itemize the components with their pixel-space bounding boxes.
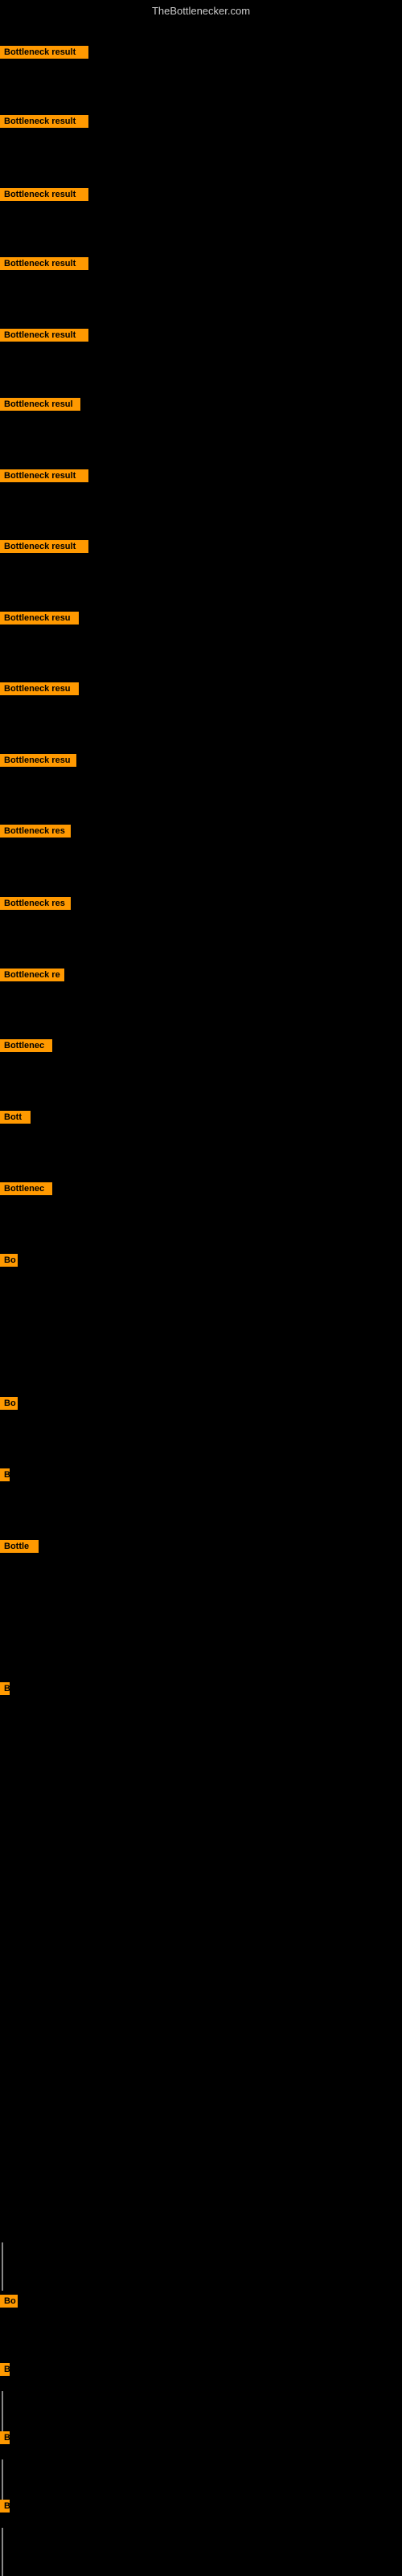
bottleneck-result-badge[interactable]: Bottleneck resu bbox=[0, 754, 76, 767]
bottleneck-result-badge[interactable]: Bottleneck result bbox=[0, 257, 88, 270]
bottleneck-result-badge[interactable]: B bbox=[0, 1468, 10, 1481]
bottleneck-result-badge[interactable]: Bottleneck result bbox=[0, 115, 88, 128]
bottleneck-result-badge[interactable]: Bottlenec bbox=[0, 1182, 52, 1195]
vertical-line bbox=[2, 2242, 3, 2291]
bottleneck-result-badge[interactable]: Bottleneck result bbox=[0, 329, 88, 342]
bottleneck-result-badge[interactable]: Bott bbox=[0, 1111, 31, 1124]
bottleneck-result-badge[interactable]: Bottleneck result bbox=[0, 46, 88, 59]
bottleneck-result-badge[interactable]: Bottleneck res bbox=[0, 825, 71, 838]
bottleneck-result-badge[interactable]: Bottleneck resu bbox=[0, 612, 79, 625]
bottleneck-result-badge[interactable]: Bottleneck resu bbox=[0, 682, 79, 695]
vertical-line bbox=[2, 2528, 3, 2576]
bottleneck-result-badge[interactable]: Bottleneck result bbox=[0, 540, 88, 553]
bottleneck-result-badge[interactable]: Bottlenec bbox=[0, 1039, 52, 1052]
bottleneck-result-badge-small[interactable]: Bo bbox=[0, 2295, 18, 2308]
bottleneck-result-badge-small[interactable]: B bbox=[0, 2431, 10, 2444]
site-title: TheBottlenecker.com bbox=[0, 0, 402, 22]
bottleneck-result-badge-small[interactable]: B bbox=[0, 2363, 10, 2376]
bottleneck-result-badge[interactable]: B bbox=[0, 1682, 10, 1695]
bottleneck-result-badge[interactable]: Bo bbox=[0, 1254, 18, 1267]
bottleneck-result-badge[interactable]: Bo bbox=[0, 1397, 18, 1410]
bottleneck-result-badge[interactable]: Bottleneck re bbox=[0, 969, 64, 981]
bottleneck-result-badge[interactable]: Bottle bbox=[0, 1540, 39, 1553]
bottleneck-result-badge[interactable]: Bottleneck res bbox=[0, 897, 71, 910]
bottleneck-result-badge-small[interactable]: B bbox=[0, 2500, 10, 2513]
bottleneck-result-badge[interactable]: Bottleneck resul bbox=[0, 398, 80, 411]
bottleneck-result-badge[interactable]: Bottleneck result bbox=[0, 188, 88, 201]
bottleneck-result-badge[interactable]: Bottleneck result bbox=[0, 469, 88, 482]
